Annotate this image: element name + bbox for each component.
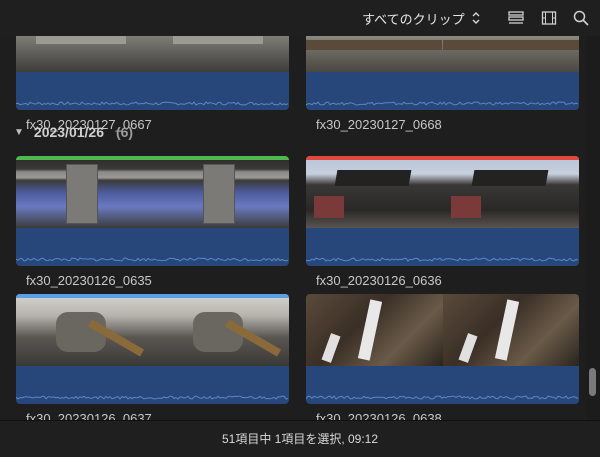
list-view-icon[interactable]: [507, 9, 525, 27]
clip-thumbnail: [442, 294, 579, 366]
clip-filmstrip[interactable]: [306, 294, 579, 404]
status-bar: 51項目中 1項目を選択, 09:12: [0, 420, 600, 457]
audio-waveform: [16, 366, 289, 404]
audio-waveform: [16, 72, 289, 110]
clip-filmstrip[interactable]: [306, 156, 579, 266]
waveform-trace: [16, 101, 289, 106]
clip-thumbnail: [152, 36, 289, 72]
waveform-trace: [16, 257, 289, 262]
clip-thumbnail: [16, 36, 153, 72]
clip-item[interactable]: fx30_20230126_0638: [306, 294, 579, 420]
filmstrip-icon[interactable]: [540, 9, 558, 27]
waveform-trace: [306, 257, 579, 262]
audio-waveform: [16, 228, 289, 266]
waveform-trace: [16, 395, 289, 400]
clip-thumbnail: [306, 36, 443, 72]
section-date: 2023/01/26: [33, 124, 104, 140]
date-section-header[interactable]: ▼ 2023/01/26 (6): [14, 123, 133, 141]
clip-tag-bar: [306, 156, 579, 160]
audio-waveform: [306, 228, 579, 266]
clip-thumbnail: [442, 36, 579, 72]
clip-browser-grid: fx30_20230127_0667 fx30_20230127_0668 ▼ …: [0, 36, 586, 420]
clip-thumbnail: [152, 294, 289, 366]
clip-name: fx30_20230126_0635: [26, 273, 152, 288]
clip-tag-bar: [16, 294, 289, 298]
clip-thumbnails: [306, 156, 579, 228]
clip-thumbnails: [16, 294, 289, 366]
audio-waveform: [306, 72, 579, 110]
clip-thumbnail: [442, 156, 579, 228]
clip-filter-label: すべてのクリップ: [362, 11, 465, 27]
clip-thumbnail: [152, 156, 289, 228]
clip-item[interactable]: fx30_20230126_0636: [306, 156, 579, 288]
clip-thumbnail: [16, 294, 153, 366]
clip-filmstrip[interactable]: [16, 294, 289, 404]
chevron-updown-icon: [472, 12, 480, 24]
clip-thumbnail: [16, 156, 153, 228]
clip-thumbnails: [306, 294, 579, 366]
disclosure-triangle-icon[interactable]: ▼: [14, 127, 24, 138]
section-count: (6): [115, 124, 134, 140]
clip-filmstrip[interactable]: [306, 36, 579, 110]
clip-thumbnail: [306, 156, 443, 228]
clip-thumbnails: [306, 36, 579, 72]
clip-thumbnails: [16, 36, 289, 72]
clip-item[interactable]: fx30_20230127_0668: [306, 36, 579, 132]
clip-name: fx30_20230126_0637: [26, 411, 152, 420]
audio-waveform: [306, 366, 579, 404]
browser-toolbar: すべてのクリップ: [0, 0, 600, 36]
clip-thumbnails: [16, 156, 289, 228]
clip-item[interactable]: fx30_20230126_0637: [16, 294, 289, 420]
clip-item[interactable]: fx30_20230126_0635: [16, 156, 289, 288]
clip-thumbnail: [306, 294, 443, 366]
vertical-scrollbar[interactable]: [586, 36, 600, 420]
clip-item[interactable]: fx30_20230127_0667: [16, 36, 289, 132]
selection-status: 51項目中 1項目を選択, 09:12: [221, 432, 379, 446]
clip-name: fx30_20230127_0668: [316, 117, 442, 132]
clip-name: fx30_20230126_0638: [316, 411, 442, 420]
clip-filmstrip[interactable]: [16, 156, 289, 266]
waveform-trace: [306, 395, 579, 400]
scrollbar-thumb[interactable]: [589, 368, 596, 396]
clip-tag-bar: [16, 156, 289, 160]
clip-filmstrip[interactable]: [16, 36, 289, 110]
waveform-trace: [306, 101, 579, 106]
search-icon[interactable]: [572, 9, 590, 27]
clip-filter-dropdown[interactable]: すべてのクリップ: [362, 8, 481, 28]
clip-name: fx30_20230126_0636: [316, 273, 442, 288]
